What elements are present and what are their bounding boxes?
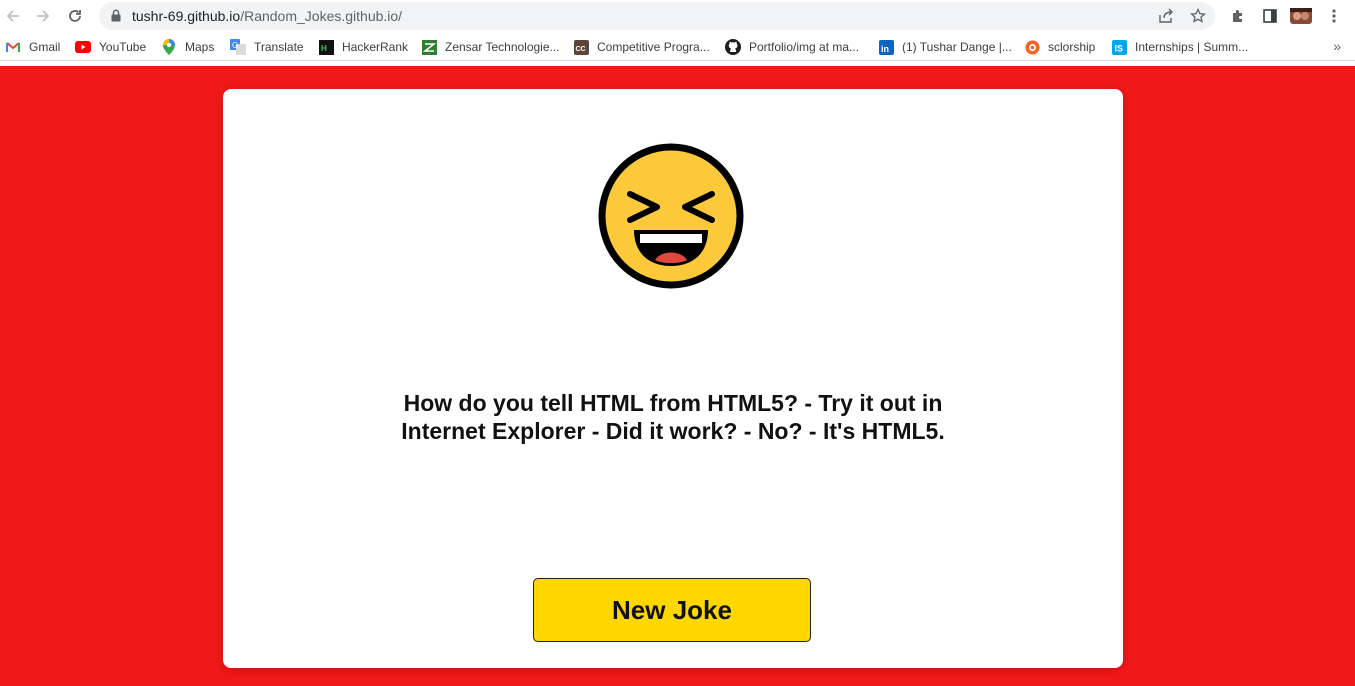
reload-icon[interactable] xyxy=(64,5,86,27)
joke-card: How do you tell HTML from HTML5? - Try i… xyxy=(223,89,1123,668)
bookmark-internshala[interactable]: IS Internships | Summ... xyxy=(1111,38,1248,56)
joke-line-2: Internet Explorer - Did it work? - No? -… xyxy=(401,418,945,444)
bookmark-zensar[interactable]: Zensar Technologie... xyxy=(421,38,560,56)
bookmarks-bar: Gmail YouTube Maps G Translate H HackerR… xyxy=(0,33,1355,61)
sclorship-icon xyxy=(1024,39,1040,55)
bookmark-label: HackerRank xyxy=(342,40,409,54)
bookmark-label: Portfolio/img at ma... xyxy=(749,40,860,54)
side-panel-icon[interactable] xyxy=(1259,5,1281,27)
bookmark-codechef[interactable]: CC Competitive Progra... xyxy=(573,38,710,56)
bookmark-youtube[interactable]: YouTube xyxy=(75,38,146,56)
extensions-icon[interactable] xyxy=(1227,5,1249,27)
bookmark-hackerrank[interactable]: H HackerRank xyxy=(318,38,408,56)
svg-text:CC: CC xyxy=(575,46,585,53)
bookmark-maps[interactable]: Maps xyxy=(161,38,214,56)
bookmark-label: Competitive Progra... xyxy=(597,40,710,54)
internshala-icon: IS xyxy=(1111,39,1127,55)
browser-toolbar: tushr-69.github.io/Random_Jokes.github.i… xyxy=(0,0,1355,33)
svg-text:in: in xyxy=(881,44,889,54)
gmail-icon xyxy=(5,39,21,55)
lock-icon[interactable] xyxy=(111,9,121,27)
svg-text:IS: IS xyxy=(1114,43,1123,53)
bookmark-github[interactable]: Portfolio/img at ma... xyxy=(725,38,859,56)
bookmark-linkedin[interactable]: in (1) Tushar Dange |... xyxy=(878,38,1012,56)
maps-icon xyxy=(161,39,177,55)
zensar-icon xyxy=(421,39,437,55)
address-bar[interactable]: tushr-69.github.io/Random_Jokes.github.i… xyxy=(99,2,1215,30)
bookmark-label: Internships | Summ... xyxy=(1135,40,1249,54)
bookmark-label: Zensar Technologie... xyxy=(445,40,560,54)
share-icon[interactable] xyxy=(1157,7,1175,25)
menu-icon[interactable] xyxy=(1323,5,1345,27)
bookmarks-overflow-button[interactable]: » xyxy=(1333,38,1341,54)
translate-icon: G xyxy=(230,39,246,55)
profile-avatar[interactable] xyxy=(1290,5,1312,27)
linkedin-icon: in xyxy=(878,39,894,55)
hackerrank-icon: H xyxy=(318,39,334,55)
page-background: How do you tell HTML from HTML5? - Try i… xyxy=(0,66,1355,686)
url-path: /Random_Jokes.github.io/ xyxy=(240,8,403,24)
star-icon[interactable] xyxy=(1189,7,1207,25)
bookmark-label: YouTube xyxy=(99,40,147,54)
codechef-icon: CC xyxy=(573,39,589,55)
bookmark-gmail[interactable]: Gmail xyxy=(5,38,60,56)
joke-line-1: How do you tell HTML from HTML5? - Try i… xyxy=(403,390,943,416)
bookmark-translate[interactable]: G Translate xyxy=(230,38,304,56)
github-icon xyxy=(725,39,741,55)
bookmark-label: Gmail xyxy=(29,40,61,54)
bookmark-sclorship[interactable]: sclorship xyxy=(1024,38,1095,56)
back-icon[interactable] xyxy=(2,5,24,27)
url-text[interactable]: tushr-69.github.io/Random_Jokes.github.i… xyxy=(132,8,402,24)
svg-text:G: G xyxy=(232,41,238,50)
svg-text:H: H xyxy=(321,44,327,53)
bookmark-label: sclorship xyxy=(1048,40,1096,54)
youtube-icon xyxy=(75,39,91,55)
bookmark-label: (1) Tushar Dange |... xyxy=(902,40,1012,54)
url-domain: tushr-69.github.io xyxy=(132,8,241,24)
bookmark-label: Translate xyxy=(254,40,304,54)
laughing-face-icon xyxy=(598,143,744,289)
bookmark-label: Maps xyxy=(185,40,215,54)
new-joke-button[interactable]: New Joke xyxy=(533,578,811,642)
forward-icon[interactable] xyxy=(32,5,54,27)
joke-text: How do you tell HTML from HTML5? - Try i… xyxy=(323,389,1023,445)
